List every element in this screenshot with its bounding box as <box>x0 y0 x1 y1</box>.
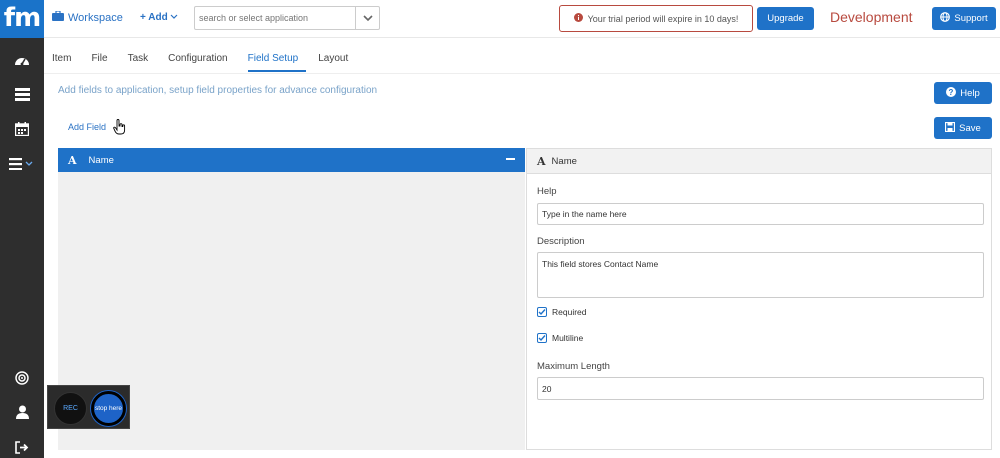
tab-item[interactable]: Item <box>52 53 79 72</box>
trial-alert: Your trial period will expire in 10 days… <box>559 5 753 32</box>
max-length-label: Maximum Length <box>537 361 610 372</box>
text-field-icon: A <box>68 153 77 167</box>
tab-divider <box>44 73 1000 74</box>
description-textarea[interactable]: This field stores Contact Name <box>537 252 984 298</box>
help-button[interactable]: ? Help <box>934 82 992 104</box>
save-label: Save <box>959 122 981 134</box>
question-icon: ? <box>946 86 957 100</box>
field-list-item[interactable]: A Name <box>58 148 525 172</box>
save-icon <box>945 121 956 135</box>
save-button[interactable]: Save <box>934 117 992 139</box>
recorder-widget: REC stop here <box>47 385 130 429</box>
text-field-icon: A <box>537 154 546 168</box>
support-button[interactable]: Support <box>932 7 996 30</box>
user-icon[interactable] <box>0 400 44 424</box>
help-label: Help <box>960 87 980 99</box>
logout-icon[interactable] <box>0 435 44 458</box>
tab-task[interactable]: Task <box>128 53 157 72</box>
multiline-label: Multiline <box>552 333 584 343</box>
trial-message: Your trial period will expire in 10 days… <box>587 13 739 24</box>
properties-header: A Name <box>527 149 991 174</box>
checkmark-icon <box>537 333 547 343</box>
checkmark-icon <box>537 307 547 317</box>
chevron-down-icon <box>170 12 178 23</box>
tab-field-setup[interactable]: Field Setup <box>247 53 307 72</box>
page-hint: Add fields to application, setup field p… <box>58 85 378 96</box>
required-checkbox[interactable]: Required <box>537 307 587 317</box>
max-length-input[interactable] <box>537 377 984 400</box>
description-label: Description <box>537 236 585 247</box>
app-root: fm Workspace + Add search or select appl… <box>0 0 1000 458</box>
calendar-icon[interactable] <box>0 117 44 141</box>
tab-file[interactable]: File <box>91 53 115 72</box>
upgrade-label: Upgrade <box>767 13 804 24</box>
app-search[interactable] <box>194 6 380 30</box>
globe-icon <box>940 12 951 25</box>
svg-text:?: ? <box>949 88 954 97</box>
add-dropdown[interactable]: + Add <box>140 12 178 23</box>
collapse-icon[interactable] <box>506 158 515 160</box>
help-input[interactable] <box>537 203 984 225</box>
add-field-link[interactable]: Add Field <box>68 122 106 132</box>
rec-button[interactable]: REC <box>54 392 87 425</box>
properties-title: Name <box>551 155 577 167</box>
briefcase-icon <box>52 10 64 24</box>
field-properties-panel: A Name Help Description This field store… <box>526 148 992 450</box>
tab-layout[interactable]: Layout <box>318 53 356 72</box>
workspace-label: Workspace <box>68 11 123 24</box>
multiline-checkbox[interactable]: Multiline <box>537 333 583 343</box>
sidebar: fm <box>0 0 44 458</box>
tab-bar: Item File Task Configuration Field Setup… <box>52 53 368 72</box>
add-label: + Add <box>140 12 168 23</box>
dashboard-icon[interactable] <box>0 48 44 72</box>
help-field-label: Help <box>537 186 557 197</box>
field-name-label: Name <box>88 154 114 166</box>
environment-label: Development <box>830 9 913 25</box>
upgrade-button[interactable]: Upgrade <box>757 7 814 30</box>
required-label: Required <box>552 307 587 317</box>
target-icon[interactable] <box>0 366 44 390</box>
stop-button[interactable]: stop here <box>91 391 126 426</box>
tab-configuration[interactable]: Configuration <box>168 53 235 72</box>
hand-cursor-icon <box>113 119 127 138</box>
support-label: Support <box>954 13 988 24</box>
menu-icon[interactable] <box>0 152 44 176</box>
app-logo[interactable]: fm <box>0 0 44 38</box>
chevron-down-icon[interactable] <box>355 7 379 29</box>
workspace-link[interactable]: Workspace <box>52 10 123 24</box>
top-bar: Workspace + Add Your trial period will e… <box>44 0 1000 38</box>
app-search-input[interactable] <box>195 8 355 28</box>
info-icon <box>573 13 583 24</box>
layers-icon[interactable] <box>0 82 44 106</box>
